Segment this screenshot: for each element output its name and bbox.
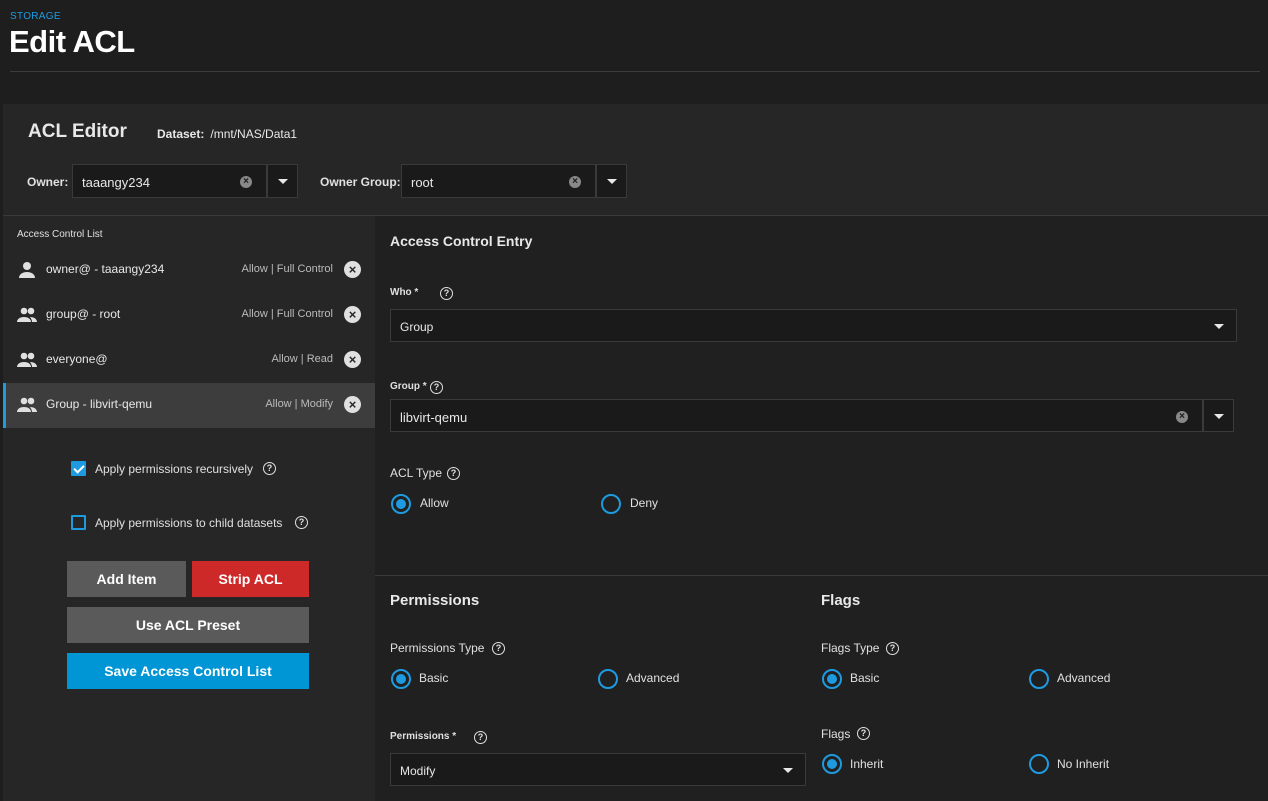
flags-title: Flags — [821, 592, 861, 609]
owner-group-input[interactable]: root × — [401, 164, 596, 198]
flags-label: Flags — [821, 727, 851, 741]
help-icon[interactable]: ? — [440, 287, 453, 300]
acl-type-deny-label: Deny — [630, 496, 659, 510]
group-icon — [17, 397, 37, 412]
flags-basic-label: Basic — [850, 671, 880, 685]
clear-icon[interactable]: × — [569, 176, 581, 188]
help-icon[interactable]: ? — [295, 516, 308, 529]
acl-list-item-selected[interactable]: Group - libvirt-qemu Allow | Modify × — [3, 383, 375, 428]
owner-group-dropdown-button[interactable] — [596, 164, 627, 198]
permissions-advanced-radio[interactable] — [598, 669, 618, 689]
owner-group-label: Owner Group: — [320, 175, 401, 189]
help-icon[interactable]: ? — [857, 727, 870, 740]
acl-item-perm: Allow | Full Control — [241, 263, 334, 275]
permissions-basic-label: Basic — [419, 671, 449, 685]
editor-title: ACL Editor — [28, 121, 127, 142]
header-divider — [10, 71, 1260, 72]
who-label: Who * — [390, 287, 419, 298]
caret-down-icon — [1213, 413, 1224, 419]
remove-item-icon[interactable]: × — [344, 396, 361, 413]
acl-item-perm: Allow | Modify — [265, 398, 333, 410]
group-icon — [17, 352, 37, 367]
acl-list-heading: Access Control List — [17, 229, 103, 240]
group-dropdown-button[interactable] — [1203, 399, 1234, 432]
group-input[interactable]: libvirt-qemu × — [390, 399, 1203, 432]
flags-basic-radio[interactable] — [822, 669, 842, 689]
acl-list-item[interactable]: owner@ - taaangy234 Allow | Full Control… — [3, 248, 375, 293]
owner-label: Owner: — [27, 175, 69, 189]
flags-no-inherit-radio[interactable] — [1029, 754, 1049, 774]
group-icon — [17, 307, 37, 322]
permissions-select[interactable]: Modify — [390, 753, 806, 786]
clear-icon[interactable]: × — [240, 176, 252, 188]
flags-inherit-radio[interactable] — [822, 754, 842, 774]
help-icon[interactable]: ? — [492, 642, 505, 655]
recursive-label: Apply permissions recursively — [95, 462, 254, 476]
flags-advanced-radio[interactable] — [1029, 669, 1049, 689]
recursive-checkbox[interactable] — [71, 461, 86, 476]
help-icon[interactable]: ? — [474, 731, 487, 744]
caret-down-icon — [783, 767, 793, 773]
group-label: Group * — [390, 381, 427, 392]
acl-item-name: owner@ - taaangy234 — [46, 262, 165, 276]
owner-dropdown-button[interactable] — [267, 164, 298, 198]
who-select[interactable]: Group — [390, 309, 1237, 342]
acl-type-deny-radio[interactable] — [601, 494, 621, 514]
person-icon — [19, 262, 35, 278]
child-datasets-label: Apply permissions to child datasets — [95, 516, 283, 530]
remove-item-icon[interactable]: × — [344, 306, 361, 323]
acl-type-allow-radio[interactable] — [391, 494, 411, 514]
breadcrumb: STORAGE — [10, 11, 61, 22]
acl-item-name: group@ - root — [46, 307, 121, 321]
acl-item-perm: Allow | Full Control — [241, 308, 334, 320]
clear-icon[interactable]: × — [1176, 411, 1188, 423]
save-acl-button[interactable]: Save Access Control List — [67, 653, 309, 689]
permissions-label: Permissions * — [390, 731, 457, 742]
help-icon[interactable]: ? — [447, 467, 460, 480]
page-title: Edit ACL — [9, 24, 135, 59]
acl-type-label: ACL Type — [390, 466, 443, 480]
permissions-type-label: Permissions Type — [390, 641, 485, 655]
permissions-basic-radio[interactable] — [391, 669, 411, 689]
owner-value: taaangy234 — [82, 175, 150, 190]
help-icon[interactable]: ? — [263, 462, 276, 475]
dataset-info: Dataset: /mnt/NAS/Data1 — [157, 127, 297, 141]
acl-item-perm: Allow | Read — [271, 353, 333, 365]
permissions-title: Permissions — [390, 592, 480, 609]
caret-down-icon — [1214, 323, 1224, 329]
acl-item-name: Group - libvirt-qemu — [46, 397, 153, 411]
owner-group-value: root — [411, 175, 434, 190]
flags-inherit-label: Inherit — [850, 757, 884, 771]
group-value: libvirt-qemu — [400, 410, 468, 425]
flags-type-label: Flags Type — [821, 641, 880, 655]
help-icon[interactable]: ? — [430, 381, 443, 394]
acl-item-name: everyone@ — [46, 352, 108, 366]
entry-column — [375, 216, 1268, 801]
acl-list-item[interactable]: group@ - root Allow | Full Control × — [3, 293, 375, 338]
help-icon[interactable]: ? — [886, 642, 899, 655]
dataset-value: /mnt/NAS/Data1 — [210, 127, 298, 141]
use-acl-preset-button[interactable]: Use ACL Preset — [67, 607, 309, 643]
entry-title: Access Control Entry — [390, 233, 533, 249]
dataset-label: Dataset: — [157, 127, 205, 141]
caret-down-icon — [606, 179, 617, 184]
owner-input[interactable]: taaangy234 × — [72, 164, 267, 198]
remove-item-icon[interactable]: × — [344, 351, 361, 368]
acl-type-allow-label: Allow — [420, 496, 449, 510]
remove-item-icon[interactable]: × — [344, 261, 361, 278]
flags-advanced-label: Advanced — [1057, 671, 1111, 685]
caret-down-icon — [277, 179, 288, 184]
permissions-advanced-label: Advanced — [626, 671, 680, 685]
permissions-value: Modify — [400, 764, 436, 778]
section-divider — [375, 575, 1268, 576]
child-datasets-checkbox[interactable] — [71, 515, 86, 530]
add-item-button[interactable]: Add Item — [67, 561, 186, 597]
flags-no-inherit-label: No Inherit — [1057, 757, 1110, 771]
strip-acl-button[interactable]: Strip ACL — [192, 561, 309, 597]
who-value: Group — [400, 320, 434, 334]
acl-list-item[interactable]: everyone@ Allow | Read × — [3, 338, 375, 383]
